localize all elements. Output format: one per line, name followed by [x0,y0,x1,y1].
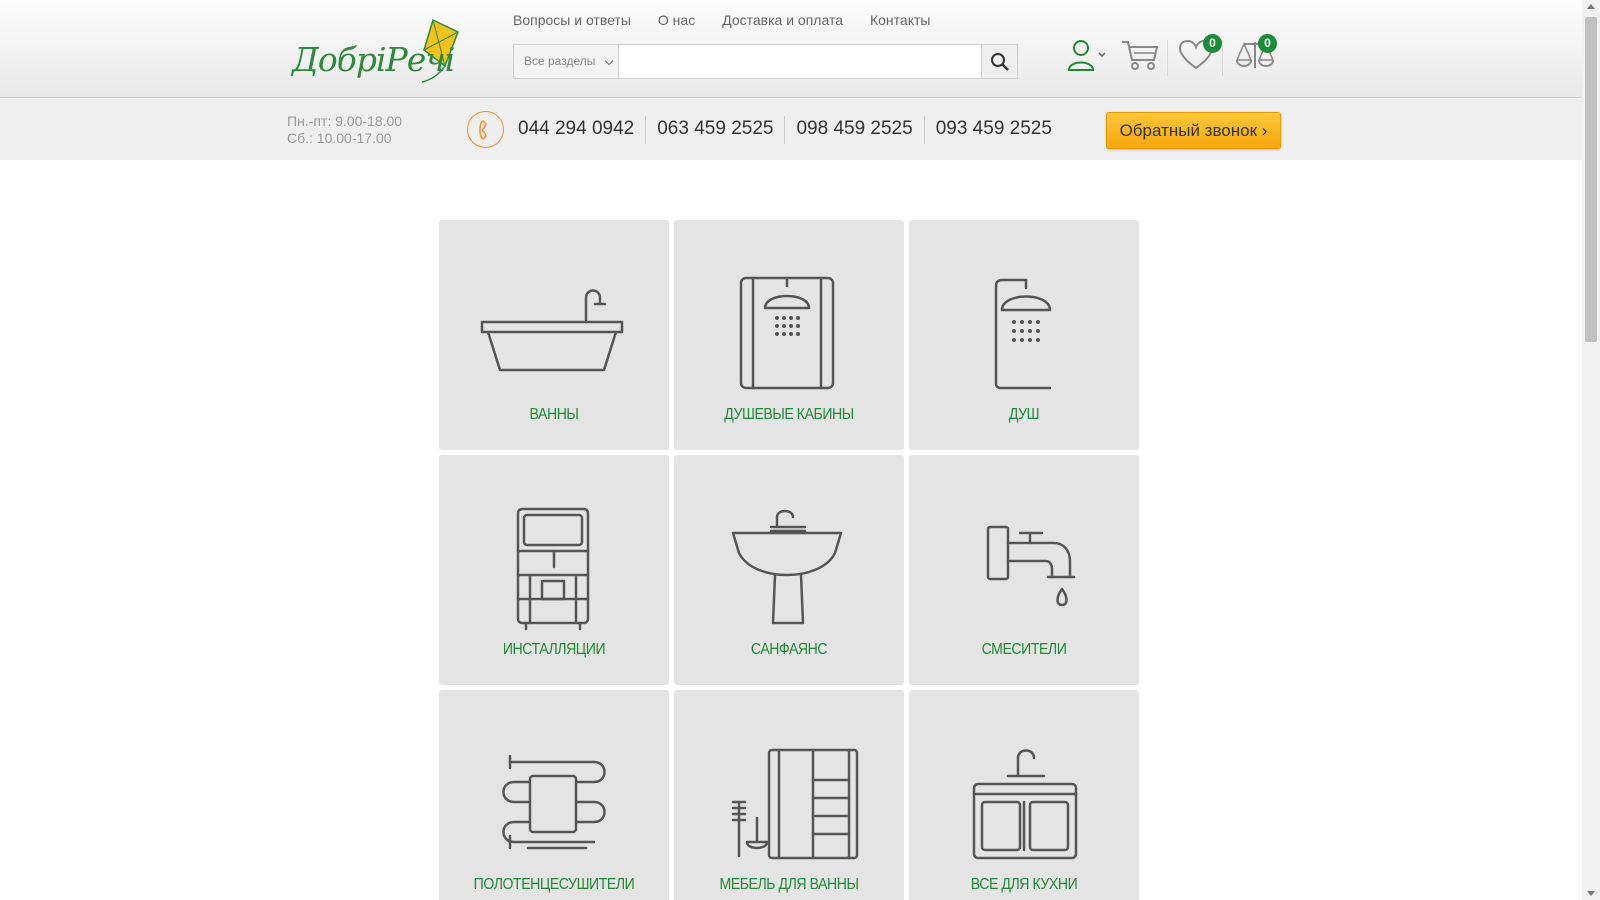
site-header: ДобріРечі Вопросы и ответы О нас Доставк… [0,0,1582,98]
category-label: ДУШ [1008,406,1040,423]
kitchen-sink-icon [972,749,1078,860]
hours-saturday: Сб.: 10.00-17.00 [287,130,392,146]
logo-text: ДобріРечі [292,40,455,79]
search-input[interactable] [619,45,981,78]
shower-cabin-icon [739,276,835,390]
page-scrollbar[interactable] [1582,0,1600,900]
cart-icon [1122,41,1159,70]
phone-number[interactable]: 098 459 2525 [784,116,923,144]
nav-delivery[interactable]: Доставка и оплата [722,12,843,28]
category-tile-mixers[interactable]: СМЕСИТЕЛИ [909,455,1139,685]
category-tile-kitchen[interactable]: ВСЕ ДЛЯ КУХНИ [909,690,1139,900]
category-tile-towel-dryers[interactable]: ПОЛОТЕНЦЕСУШИТЕЛИ [439,690,669,900]
phone-number[interactable]: 093 459 2525 [923,116,1063,144]
top-navigation: Вопросы и ответы О нас Доставка и оплата… [513,12,930,28]
category-tile-bathtubs[interactable]: ВАННЫ [439,220,669,450]
scrollbar-thumb[interactable] [1585,17,1597,342]
bathroom-furniture-icon [731,748,859,860]
category-label: САНФАЯНС [750,641,828,658]
category-tile-bathroom-furniture[interactable]: МЕБЕЛЬ ДЛЯ ВАННЫ [674,690,904,900]
site-logo[interactable]: ДобріРечі [288,14,463,86]
washbasin-icon [731,509,843,625]
user-icon [1067,40,1106,71]
callback-button[interactable]: Обратный звонок › [1106,112,1281,149]
category-tile-shower[interactable]: ДУШ [909,220,1139,450]
category-label: ВАННЫ [529,406,579,423]
divider [1222,40,1223,76]
search-button[interactable] [981,45,1017,78]
phone-icon [467,111,504,148]
cart-button[interactable] [1120,38,1160,77]
bathtub-icon [480,289,624,372]
divider [1167,40,1168,76]
scroll-down-icon[interactable] [1587,891,1595,896]
contact-bar: Пн.-пт: 9.00-18.00 Сб.: 10.00-17.00 044 … [0,99,1582,160]
nav-faq[interactable]: Вопросы и ответы [513,12,631,28]
search-icon [990,52,1009,71]
faucet-icon [986,525,1076,607]
category-select[interactable]: Все разделы [514,45,619,78]
category-tile-installations[interactable]: ИНСТАЛЛЯЦИИ [439,455,669,685]
working-hours: Пн.-пт: 9.00-18.00 Сб.: 10.00-17.00 [287,113,402,147]
category-tile-sanitary-ware[interactable]: САНФАЯНС [674,455,904,685]
hours-weekdays: Пн.-пт: 9.00-18.00 [287,113,403,129]
nav-about[interactable]: О нас [658,12,695,28]
installation-icon [516,507,590,631]
phone-number[interactable]: 044 294 0942 [518,116,645,144]
phone-number[interactable]: 063 459 2525 [645,116,784,144]
nav-contacts[interactable]: Контакты [870,12,930,28]
category-label: СМЕСИТЕЛИ [981,641,1067,658]
shower-icon [994,278,1052,390]
compare-count-badge: 0 [1258,34,1277,53]
wishlist-count-badge: 0 [1203,34,1222,53]
search-bar: Все разделы [513,44,1018,79]
category-label: МЕБЕЛЬ ДЛЯ ВАННЫ [719,876,859,893]
category-label: ДУШЕВЫЕ КАБИНЫ [724,406,854,423]
towel-dryer-icon [502,754,606,850]
category-label: ИНСТАЛЛЯЦИИ [502,641,606,658]
account-button[interactable] [1067,38,1107,77]
phone-list: 044 294 0942 063 459 2525 098 459 2525 0… [518,116,1063,144]
category-label: ПОЛОТЕНЦЕСУШИТЕЛИ [473,876,635,893]
category-tile-shower-cabins[interactable]: ДУШЕВЫЕ КАБИНЫ [674,220,904,450]
category-label: ВСЕ ДЛЯ КУХНИ [970,876,1078,893]
scroll-up-icon[interactable] [1587,4,1595,9]
